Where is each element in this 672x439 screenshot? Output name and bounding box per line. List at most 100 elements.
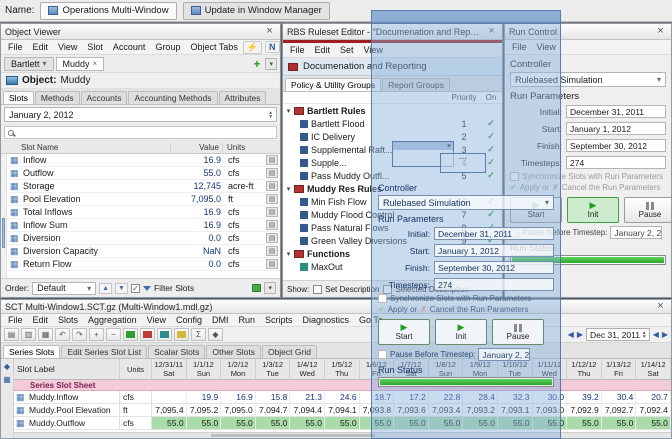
value-cell[interactable]: 55.0	[567, 417, 602, 429]
slot-search-input[interactable]	[4, 126, 277, 139]
add-object-tab-button[interactable]: +	[250, 59, 263, 69]
slot-value[interactable]: 55.0	[172, 168, 224, 178]
page-left-icon[interactable]: ◀	[653, 330, 659, 339]
date-input[interactable]: September 30, 2012	[566, 139, 666, 152]
slot-row[interactable]: ▦ Storage 12,745 acre-ft ▤	[7, 180, 280, 193]
prev-timestep-icon[interactable]: ◀	[568, 330, 574, 339]
flags-icon[interactable]: ◆	[208, 328, 223, 341]
unit-scheme-button[interactable]: ▤	[266, 181, 278, 191]
close-icon[interactable]: ×	[654, 301, 667, 313]
date-column-header[interactable]: 12/31/11 Sat	[152, 359, 187, 380]
filter-menu-button[interactable]: ▾	[264, 282, 276, 294]
date-input[interactable]: December 31, 2011	[566, 105, 666, 118]
value-cell[interactable]: 55.0	[602, 417, 637, 429]
sct-tab-scalar-slots[interactable]: Scalar Slots	[148, 345, 205, 358]
menu-item[interactable]: File	[3, 41, 28, 53]
ov-tab-slots[interactable]: Slots	[3, 91, 34, 104]
date-column-header[interactable]: 1/5/12 Thu	[325, 359, 360, 380]
value-cell[interactable]: 7,094.7	[256, 404, 291, 416]
slot-row[interactable]: ▦ Inflow Sum 16.9 cfs ▤	[7, 219, 280, 232]
expand-arrow-icon[interactable]: ▾	[283, 107, 294, 115]
value-cell[interactable]: 7,094.1	[325, 404, 360, 416]
insert-row-icon[interactable]: +	[89, 328, 104, 341]
move-up-button[interactable]: ▲	[99, 283, 112, 294]
redo-icon[interactable]: ↷	[72, 328, 87, 341]
workspace-selector[interactable]: Bartlett ▾	[4, 57, 54, 71]
menu-item[interactable]: File	[285, 44, 310, 56]
apply-filter-icon[interactable]	[252, 284, 261, 292]
unit-scheme-button[interactable]: ▤	[266, 155, 278, 165]
sct-tab-series-slots[interactable]: Series Slots	[3, 345, 60, 358]
unit-scheme-button[interactable]: ▤	[266, 168, 278, 178]
value-cell[interactable]: 55.0	[290, 417, 325, 429]
unit-scheme-button[interactable]: ▤	[266, 233, 278, 243]
summary-icon[interactable]: Σ	[191, 328, 206, 341]
print-icon[interactable]: ▦	[38, 328, 53, 341]
slot-value[interactable]: 12,745	[172, 181, 224, 191]
date-column-header[interactable]: 1/2/12 Mon	[221, 359, 256, 380]
date-column-header[interactable]: 1/1/12 Sun	[187, 359, 222, 380]
series-units[interactable]: cfs	[120, 391, 152, 403]
close-icon[interactable]: ×	[263, 26, 276, 38]
menu-item[interactable]: View	[142, 314, 171, 326]
value-cell[interactable]: 7,095.0	[221, 404, 256, 416]
next-timestep-icon[interactable]: ▶	[577, 330, 583, 339]
window-name-tab[interactable]: Operations Multi-Window	[40, 2, 176, 20]
color-legend-teal[interactable]	[157, 328, 172, 341]
value-cell[interactable]: 7,095.2	[187, 404, 222, 416]
series-units[interactable]: cfs	[120, 417, 152, 429]
value-cell[interactable]: 55.0	[256, 417, 291, 429]
unit-scheme-button[interactable]: ▤	[266, 246, 278, 256]
menu-item[interactable]: View	[53, 41, 82, 53]
show-option[interactable]: Set Description	[313, 285, 379, 294]
value-cell[interactable]: 16.9	[221, 391, 256, 403]
slot-value[interactable]: 16.9	[172, 207, 224, 217]
move-down-button[interactable]: ▼	[115, 283, 128, 294]
value-cell[interactable]: 15.8	[256, 391, 291, 403]
pause-before-input[interactable]: January 2, 2012	[610, 226, 662, 239]
value-cell[interactable]	[152, 391, 187, 403]
pause-button[interactable]: Pause	[624, 197, 672, 223]
menu-item[interactable]: Edit	[28, 314, 54, 326]
sheet-divider-row[interactable]: Series Slot Sheet	[14, 380, 671, 391]
run-rules-icon[interactable]: ⚡	[243, 41, 262, 54]
nan-badge-icon[interactable]: N	[265, 41, 280, 53]
menu-item[interactable]: File	[3, 314, 28, 326]
current-date-input[interactable]: Dec 31, 2011 ▴▾	[586, 328, 650, 341]
menu-item[interactable]: Set	[335, 44, 359, 56]
unit-scheme-button[interactable]: ▤	[266, 207, 278, 217]
color-legend-red[interactable]	[140, 328, 155, 341]
value-cell[interactable]: 19.9	[187, 391, 222, 403]
value-cell[interactable]: 20.7	[636, 391, 671, 403]
menu-item[interactable]: Scripts	[260, 314, 298, 326]
slot-value[interactable]: 0.0	[172, 259, 224, 269]
unit-scheme-button[interactable]: ▤	[266, 220, 278, 230]
ov-tab-attributes[interactable]: Attributes	[219, 91, 267, 104]
spinner-icon[interactable]: ▴▾	[269, 111, 272, 119]
date-column-header[interactable]: 1/13/12 Fri	[602, 359, 637, 380]
slot-value[interactable]: 16.9	[172, 220, 224, 230]
value-cell[interactable]: 55.0	[221, 417, 256, 429]
date-input[interactable]: 274	[566, 156, 666, 169]
unit-scheme-button[interactable]: ▤	[266, 259, 278, 269]
value-cell[interactable]: 55.0	[636, 417, 671, 429]
slot-row[interactable]: ▦ Outflow 55.0 cfs ▤	[7, 167, 280, 180]
date-column-header[interactable]: 1/12/12 Thu	[567, 359, 602, 380]
value-cell[interactable]: 7,092.4	[636, 404, 671, 416]
value-cell[interactable]: 30.4	[602, 391, 637, 403]
color-legend-green[interactable]	[123, 328, 138, 341]
close-icon[interactable]: ×	[654, 26, 667, 38]
menu-item[interactable]: Account	[108, 41, 151, 53]
order-select[interactable]: Default ▾	[32, 282, 96, 295]
slot-row[interactable]: ▦ Diversion Capacity NaN cfs ▤	[7, 245, 280, 258]
slot-row[interactable]: ▦ Diversion 0.0 cfs ▤	[7, 232, 280, 245]
horizontal-scrollbar[interactable]	[14, 432, 671, 438]
object-tab-muddy[interactable]: Muddy ×	[56, 57, 105, 71]
slot-value[interactable]: 0.0	[172, 233, 224, 243]
vertical-scrollbar[interactable]	[1, 154, 7, 278]
page-right-icon[interactable]: ▶	[662, 330, 668, 339]
slot-row[interactable]: ▦ Pool Elevation 7,095.0 ft ▤	[7, 193, 280, 206]
ov-tab-accounts[interactable]: Accounts	[81, 91, 128, 104]
slot-value[interactable]: NaN	[172, 246, 224, 256]
value-cell[interactable]: 21.3	[290, 391, 325, 403]
